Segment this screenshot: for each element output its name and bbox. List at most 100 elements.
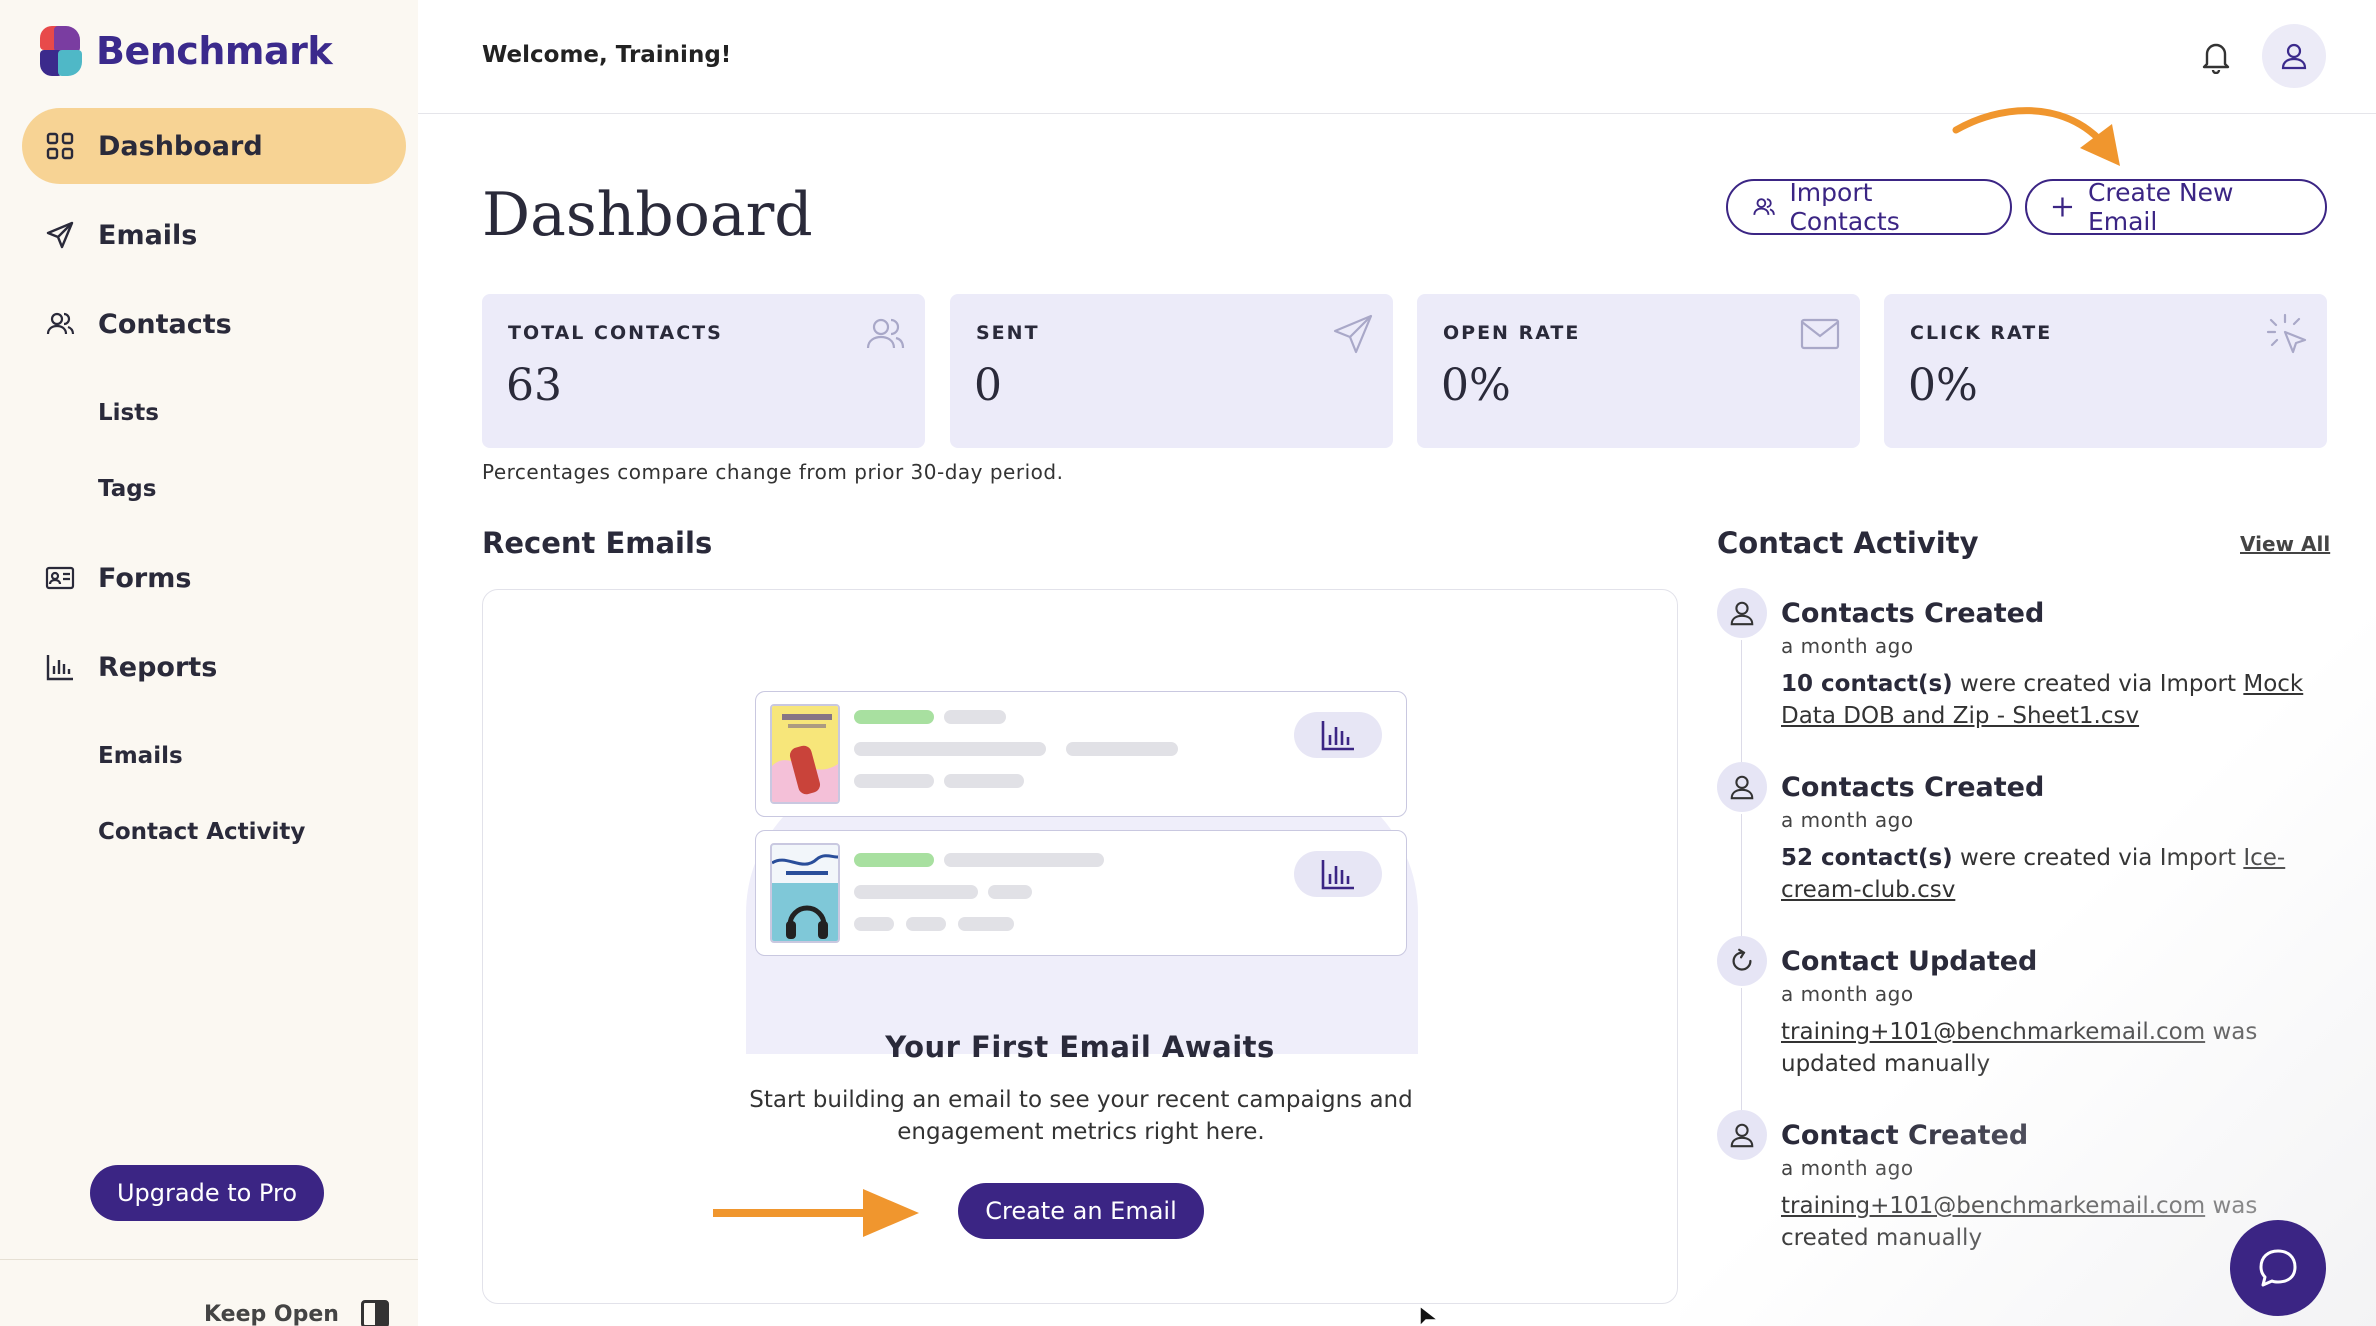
users-icon bbox=[1753, 198, 1775, 215]
benchmark-logo-icon bbox=[40, 26, 84, 76]
sidebar-item-report-emails[interactable]: Emails bbox=[22, 718, 406, 794]
top-bar: Welcome, Training! bbox=[418, 0, 2376, 114]
stat-label: SENT bbox=[976, 322, 1040, 344]
stat-value: 0 bbox=[974, 360, 1002, 411]
create-new-email-button[interactable]: Create New Email bbox=[2025, 178, 2327, 236]
stat-label: TOTAL CONTACTS bbox=[508, 322, 723, 344]
recent-emails-title: Recent Emails bbox=[482, 526, 713, 560]
sidebar-item-lists[interactable]: Lists bbox=[22, 375, 406, 451]
envelope-icon bbox=[1800, 318, 1840, 350]
sidebar-divider bbox=[0, 1259, 418, 1260]
bell-icon[interactable] bbox=[2198, 38, 2234, 75]
welcome-message: Welcome, Training! bbox=[482, 42, 732, 68]
sidebar-item-label: Dashboard bbox=[98, 130, 263, 162]
activity-item: Contacts Created a month ago 52 contact(… bbox=[1717, 762, 2337, 944]
user-icon bbox=[2281, 43, 2307, 70]
user-avatar-button[interactable] bbox=[2262, 24, 2326, 88]
email-thumbnail-image bbox=[770, 704, 840, 804]
cursor-click-icon bbox=[2266, 313, 2307, 354]
activity-time: a month ago bbox=[1781, 808, 1914, 832]
brand-name: Benchmark bbox=[96, 29, 333, 73]
sidebar-item-reports[interactable]: Reports bbox=[22, 629, 406, 705]
activity-description: 10 contact(s) were created via Import Mo… bbox=[1781, 668, 2337, 732]
activity-count: 10 contact(s) bbox=[1781, 671, 1953, 697]
grid-icon bbox=[44, 130, 76, 162]
activity-time: a month ago bbox=[1781, 634, 1914, 658]
activity-text: were created via Import bbox=[1952, 845, 2244, 871]
activity-item: Contact Updated a month ago training+101… bbox=[1717, 936, 2337, 1118]
stat-card-click-rate[interactable]: CLICK RATE 0% bbox=[1884, 294, 2327, 448]
keep-open-toggle[interactable]: Keep Open bbox=[204, 1300, 389, 1326]
paper-plane-icon bbox=[44, 219, 76, 251]
activity-time: a month ago bbox=[1781, 982, 1914, 1006]
main-nav: Dashboard Emails Contacts Lists Tags For… bbox=[22, 108, 406, 870]
activity-title: Contact Updated bbox=[1781, 946, 2038, 977]
email-thumbnail-image bbox=[770, 843, 840, 943]
bar-chart-icon bbox=[44, 651, 76, 683]
view-all-link[interactable]: View All bbox=[2240, 532, 2330, 556]
brand-logo[interactable]: Benchmark bbox=[40, 26, 333, 76]
stats-note: Percentages compare change from prior 30… bbox=[482, 460, 1064, 484]
email-preview-mock bbox=[755, 691, 1407, 817]
sidebar-item-tags[interactable]: Tags bbox=[22, 451, 406, 527]
activity-link[interactable]: training+101@benchmarkemail.com bbox=[1781, 1193, 2205, 1219]
sidebar-toggle-icon bbox=[360, 1300, 389, 1326]
keep-open-label: Keep Open bbox=[204, 1301, 339, 1326]
id-card-icon bbox=[44, 562, 76, 594]
contact-activity-list: Contacts Created a month ago 10 contact(… bbox=[1717, 588, 2337, 1284]
user-icon bbox=[1717, 588, 1767, 638]
activity-description: 52 contact(s) were created via Import Ic… bbox=[1781, 842, 2337, 906]
plus-icon bbox=[2052, 197, 2073, 217]
activity-count: 52 contact(s) bbox=[1781, 845, 1953, 871]
users-icon bbox=[44, 308, 76, 340]
create-email-button[interactable]: Create an Email bbox=[958, 1183, 1204, 1239]
stat-value: 0% bbox=[1441, 360, 1511, 411]
activity-title: Contact Created bbox=[1781, 1120, 2029, 1151]
chat-bubble-icon bbox=[2259, 1249, 2297, 1287]
user-icon bbox=[1717, 762, 1767, 812]
sidebar-item-emails[interactable]: Emails bbox=[22, 197, 406, 273]
bar-chart-icon bbox=[1294, 851, 1382, 897]
import-contacts-button[interactable]: Import Contacts bbox=[1726, 178, 2012, 236]
activity-title: Contacts Created bbox=[1781, 598, 2045, 629]
stat-value: 0% bbox=[1908, 360, 1978, 411]
sidebar-item-label: Emails bbox=[98, 219, 198, 251]
activity-item: Contacts Created a month ago 10 contact(… bbox=[1717, 588, 2337, 770]
activity-title: Contacts Created bbox=[1781, 772, 2045, 803]
stat-label: OPEN RATE bbox=[1443, 322, 1581, 344]
sidebar-item-contact-activity[interactable]: Contact Activity bbox=[22, 794, 406, 870]
activity-link[interactable]: training+101@benchmarkemail.com bbox=[1781, 1019, 2205, 1045]
recent-emails-card: Your First Email Awaits Start building a… bbox=[482, 589, 1678, 1304]
email-preview-mock bbox=[755, 830, 1407, 956]
refresh-icon bbox=[1717, 936, 1767, 986]
activity-description: training+101@benchmarkemail.com was upda… bbox=[1781, 1016, 2337, 1080]
stat-card-total-contacts[interactable]: TOTAL CONTACTS 63 bbox=[482, 294, 925, 448]
activity-time: a month ago bbox=[1781, 1156, 1914, 1180]
sidebar-item-dashboard[interactable]: Dashboard bbox=[22, 108, 406, 184]
contact-activity-title: Contact Activity bbox=[1717, 526, 1979, 560]
sidebar-item-label: Forms bbox=[98, 562, 192, 594]
sidebar: Benchmark Dashboard Emails Contacts List… bbox=[0, 0, 418, 1326]
paper-plane-icon bbox=[1333, 314, 1373, 354]
sidebar-item-label: Contacts bbox=[98, 308, 232, 340]
bar-chart-icon bbox=[1294, 712, 1382, 758]
stat-value: 63 bbox=[506, 360, 562, 411]
activity-text: were created via Import bbox=[1952, 671, 2244, 697]
create-new-email-label: Create New Email bbox=[2087, 178, 2234, 236]
user-icon bbox=[1717, 1110, 1767, 1160]
upgrade-button[interactable]: Upgrade to Pro bbox=[90, 1165, 324, 1221]
orange-arrow-icon bbox=[1952, 107, 2120, 166]
empty-state-text: Start building an email to see your rece… bbox=[749, 1087, 1413, 1145]
empty-state-title: Your First Email Awaits bbox=[885, 1030, 1275, 1064]
stat-card-open-rate[interactable]: OPEN RATE 0% bbox=[1417, 294, 1860, 448]
mouse-cursor-icon bbox=[1419, 1306, 1441, 1326]
sidebar-item-forms[interactable]: Forms bbox=[22, 540, 406, 616]
orange-arrow-icon bbox=[713, 1189, 919, 1237]
page-title: Dashboard bbox=[482, 180, 813, 250]
stat-card-sent[interactable]: SENT 0 bbox=[950, 294, 1393, 448]
chat-support-button[interactable] bbox=[2230, 1220, 2326, 1316]
sidebar-item-contacts[interactable]: Contacts bbox=[22, 286, 406, 362]
users-icon bbox=[866, 318, 905, 349]
stat-label: CLICK RATE bbox=[1910, 322, 2053, 344]
sidebar-item-label: Reports bbox=[98, 651, 218, 683]
